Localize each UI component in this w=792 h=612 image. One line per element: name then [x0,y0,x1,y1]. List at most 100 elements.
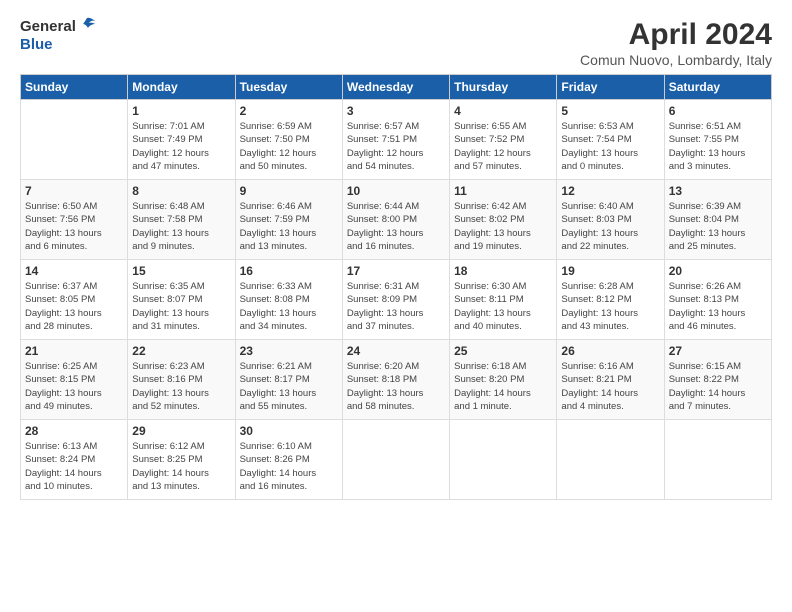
day-cell: 12 Sunrise: 6:40 AMSunset: 8:03 PMDayligh… [557,180,664,260]
day-info: Sunrise: 6:10 AMSunset: 8:26 PMDaylight:… [240,440,338,493]
day-cell: 6Sunrise: 6:51 AMSunset: 7:55 PMDaylight… [664,100,771,180]
calendar-table: SundayMondayTuesdayWednesdayThursdayFrid… [20,74,772,500]
header-cell-saturday: Saturday [664,75,771,100]
day-cell: 25Sunrise: 6:18 AMSunset: 8:20 PMDayligh… [450,340,557,420]
day-cell [557,420,664,500]
day-number: 23 [240,344,338,358]
day-number: 15 [132,264,230,278]
day-cell: 7 Sunrise: 6:50 AMSunset: 7:56 PMDaylight… [21,180,128,260]
day-number: 19 [561,264,659,278]
day-cell: 23 Sunrise: 6:21 AMSunset: 8:17 PMDayligh… [235,340,342,420]
day-info: Sunrise: 6:35 AMSunset: 8:07 PMDaylight:… [132,280,230,333]
day-cell: 9 Sunrise: 6:46 AMSunset: 7:59 PMDaylight… [235,180,342,260]
day-cell: 24Sunrise: 6:20 AMSunset: 8:18 PMDayligh… [342,340,449,420]
day-cell [664,420,771,500]
day-cell: 17 Sunrise: 6:31 AMSunset: 8:09 PMDayligh… [342,260,449,340]
week-row-5: 28 Sunrise: 6:13 AMSunset: 8:24 PMDayligh… [21,420,772,500]
day-cell: 20Sunrise: 6:26 AMSunset: 8:13 PMDayligh… [664,260,771,340]
day-info: Sunrise: 6:48 AMSunset: 7:58 PMDaylight:… [132,200,230,253]
week-row-3: 14 Sunrise: 6:37 AMSunset: 8:05 PMDayligh… [21,260,772,340]
day-info: Sunrise: 6:31 AMSunset: 8:09 PMDaylight:… [347,280,445,333]
logo-general-text: General [20,19,76,36]
calendar-header: SundayMondayTuesdayWednesdayThursdayFrid… [21,75,772,100]
day-cell: 26Sunrise: 6:16 AMSunset: 8:21 PMDayligh… [557,340,664,420]
day-number: 2 [240,104,338,118]
day-number: 28 [25,424,123,438]
day-cell [21,100,128,180]
day-cell: 13 Sunrise: 6:39 AMSunset: 8:04 PMDayligh… [664,180,771,260]
day-info: Sunrise: 6:55 AMSunset: 7:52 PMDaylight:… [454,120,552,173]
day-info: Sunrise: 6:39 AMSunset: 8:04 PMDaylight:… [669,200,767,253]
header-row: SundayMondayTuesdayWednesdayThursdayFrid… [21,75,772,100]
header-cell-wednesday: Wednesday [342,75,449,100]
day-cell: 18Sunrise: 6:30 AMSunset: 8:11 PMDayligh… [450,260,557,340]
day-number: 9 [240,184,338,198]
day-number: 5 [561,104,659,118]
logo-bird-icon [77,16,97,36]
day-number: 30 [240,424,338,438]
header-cell-tuesday: Tuesday [235,75,342,100]
day-number: 21 [25,344,123,358]
day-info: Sunrise: 6:42 AMSunset: 8:02 PMDaylight:… [454,200,552,253]
day-number: 29 [132,424,230,438]
day-cell [450,420,557,500]
day-number: 3 [347,104,445,118]
header-cell-friday: Friday [557,75,664,100]
day-number: 12 [561,184,659,198]
day-number: 17 [347,264,445,278]
day-cell: 11Sunrise: 6:42 AMSunset: 8:02 PMDayligh… [450,180,557,260]
week-row-4: 21 Sunrise: 6:25 AMSunset: 8:15 PMDayligh… [21,340,772,420]
day-number: 14 [25,264,123,278]
day-number: 18 [454,264,552,278]
day-info: Sunrise: 6:15 AMSunset: 8:22 PMDaylight:… [669,360,767,413]
header-cell-thursday: Thursday [450,75,557,100]
calendar-body: 1Sunrise: 7:01 AMSunset: 7:49 PMDaylight… [21,100,772,500]
day-cell: 15 Sunrise: 6:35 AMSunset: 8:07 PMDayligh… [128,260,235,340]
day-cell: 1Sunrise: 7:01 AMSunset: 7:49 PMDaylight… [128,100,235,180]
day-info: Sunrise: 6:40 AMSunset: 8:03 PMDaylight:… [561,200,659,253]
header: General Blue April 2024 Comun Nuovo, Lom… [20,18,772,68]
day-number: 4 [454,104,552,118]
day-number: 8 [132,184,230,198]
day-number: 16 [240,264,338,278]
day-cell: 22 Sunrise: 6:23 AMSunset: 8:16 PMDayligh… [128,340,235,420]
day-cell: 29Sunrise: 6:12 AMSunset: 8:25 PMDayligh… [128,420,235,500]
week-row-2: 7 Sunrise: 6:50 AMSunset: 7:56 PMDaylight… [21,180,772,260]
day-info: Sunrise: 6:21 AMSunset: 8:17 PMDaylight:… [240,360,338,413]
day-number: 26 [561,344,659,358]
day-info: Sunrise: 6:13 AMSunset: 8:24 PMDaylight:… [25,440,123,493]
day-info: Sunrise: 6:46 AMSunset: 7:59 PMDaylight:… [240,200,338,253]
day-cell: 5 Sunrise: 6:53 AMSunset: 7:54 PMDaylight… [557,100,664,180]
day-cell: 10Sunrise: 6:44 AMSunset: 8:00 PMDayligh… [342,180,449,260]
day-number: 22 [132,344,230,358]
logo-blue-text: Blue [20,36,53,53]
week-row-1: 1Sunrise: 7:01 AMSunset: 7:49 PMDaylight… [21,100,772,180]
header-cell-sunday: Sunday [21,75,128,100]
day-info: Sunrise: 6:50 AMSunset: 7:56 PMDaylight:… [25,200,123,253]
day-info: Sunrise: 6:33 AMSunset: 8:08 PMDaylight:… [240,280,338,333]
day-cell: 21 Sunrise: 6:25 AMSunset: 8:15 PMDayligh… [21,340,128,420]
day-info: Sunrise: 7:01 AMSunset: 7:49 PMDaylight:… [132,120,230,173]
day-cell: 30 Sunrise: 6:10 AMSunset: 8:26 PMDayligh… [235,420,342,500]
day-info: Sunrise: 6:59 AMSunset: 7:50 PMDaylight:… [240,120,338,173]
day-info: Sunrise: 6:23 AMSunset: 8:16 PMDaylight:… [132,360,230,413]
day-cell: 3 Sunrise: 6:57 AMSunset: 7:51 PMDaylight… [342,100,449,180]
day-cell: 2 Sunrise: 6:59 AMSunset: 7:50 PMDaylight… [235,100,342,180]
day-cell: 19 Sunrise: 6:28 AMSunset: 8:12 PMDayligh… [557,260,664,340]
day-cell: 4 Sunrise: 6:55 AMSunset: 7:52 PMDaylight… [450,100,557,180]
day-info: Sunrise: 6:28 AMSunset: 8:12 PMDaylight:… [561,280,659,333]
subtitle: Comun Nuovo, Lombardy, Italy [580,52,772,68]
day-info: Sunrise: 6:53 AMSunset: 7:54 PMDaylight:… [561,120,659,173]
day-cell: 8 Sunrise: 6:48 AMSunset: 7:58 PMDaylight… [128,180,235,260]
day-info: Sunrise: 6:37 AMSunset: 8:05 PMDaylight:… [25,280,123,333]
day-info: Sunrise: 6:18 AMSunset: 8:20 PMDaylight:… [454,360,552,413]
page: General Blue April 2024 Comun Nuovo, Lom… [0,0,792,612]
logo: General Blue [20,18,97,53]
day-number: 7 [25,184,123,198]
day-info: Sunrise: 6:51 AMSunset: 7:55 PMDaylight:… [669,120,767,173]
day-info: Sunrise: 6:57 AMSunset: 7:51 PMDaylight:… [347,120,445,173]
day-info: Sunrise: 6:25 AMSunset: 8:15 PMDaylight:… [25,360,123,413]
day-number: 13 [669,184,767,198]
day-cell: 28 Sunrise: 6:13 AMSunset: 8:24 PMDayligh… [21,420,128,500]
day-info: Sunrise: 6:20 AMSunset: 8:18 PMDaylight:… [347,360,445,413]
